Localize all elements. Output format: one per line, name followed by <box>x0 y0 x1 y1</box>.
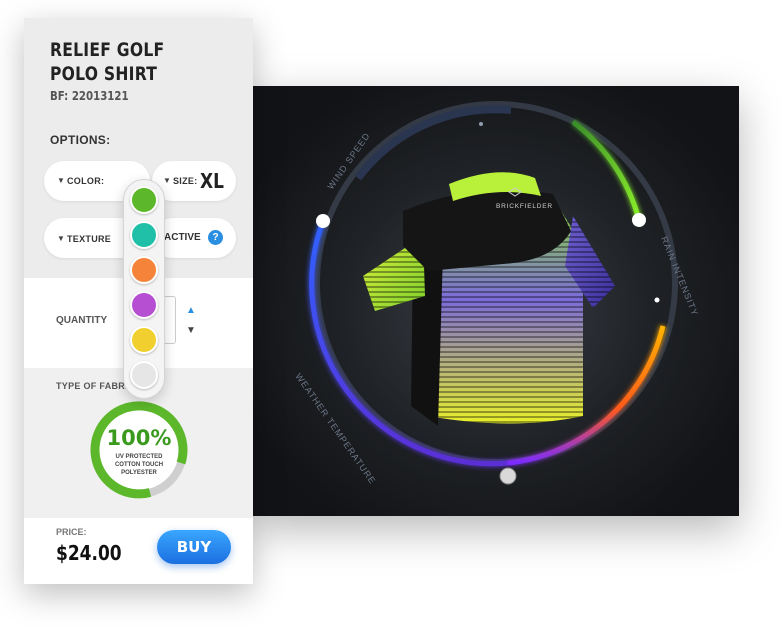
temperature-handle[interactable] <box>499 467 517 485</box>
dial-label-rain-intensity: RAIN INTENSITY <box>659 235 700 318</box>
product-title: RELIEF GOLF POLO SHIRT <box>50 39 165 85</box>
polo-shirt-model: BRICKFIELDER <box>363 172 615 426</box>
size-label: SIZE: <box>173 176 198 186</box>
fabric-line: POLYESTER <box>121 470 157 476</box>
dial-tick-top <box>479 122 483 126</box>
wind-speed-handle[interactable] <box>316 214 330 228</box>
chevron-down-icon: ▼ <box>57 234 65 243</box>
buy-button[interactable]: BUY <box>157 530 231 564</box>
weather-dial: WIND SPEED RAIN INTENSITY WEATHER TEMPER… <box>293 101 700 486</box>
shirt-brand-text: BRICKFIELDER <box>496 203 553 210</box>
quantity-label: QUANTITY <box>56 315 108 326</box>
chevron-down-icon: ▼ <box>57 176 65 185</box>
swatch-green[interactable] <box>130 186 158 214</box>
options-heading: OPTIONS: <box>50 133 111 147</box>
product-3d-viewer[interactable]: WIND SPEED RAIN INTENSITY WEATHER TEMPER… <box>253 86 739 516</box>
swatch-white[interactable] <box>130 361 158 389</box>
fabric-line: UV PROTECTED <box>115 454 163 460</box>
color-swatch-dropdown <box>123 179 165 399</box>
fabric-percent: 100% <box>106 426 172 450</box>
help-icon[interactable]: ? <box>208 230 223 245</box>
texture-label: TEXTURE <box>67 234 112 244</box>
swatch-yellow[interactable] <box>130 326 158 354</box>
product-panel: RELIEF GOLF POLO SHIRT BF: 22013121 OPTI… <box>24 18 253 584</box>
dial-label-weather-temperature: WEATHER TEMPERATURE <box>293 371 377 486</box>
quantity-increment-icon[interactable]: ▲ <box>186 305 196 316</box>
fabric-percentage-ring <box>90 401 188 499</box>
swatch-orange[interactable] <box>130 256 158 284</box>
product-sku: BF: 22013121 <box>50 89 129 103</box>
fabric-line: COTTON TOUCH <box>114 462 164 468</box>
size-value: XL <box>200 169 224 193</box>
active-label: ACTIVE <box>164 232 201 243</box>
quantity-decrement-icon[interactable]: ▼ <box>186 325 196 336</box>
rain-intensity-handle[interactable] <box>632 213 646 227</box>
price-value: $24.00 <box>56 541 122 565</box>
dial-tick-right <box>654 297 660 303</box>
swatch-purple[interactable] <box>130 291 158 319</box>
chevron-down-icon: ▼ <box>163 176 171 185</box>
fabric-description: UV PROTECTED COTTON TOUCH POLYESTER <box>90 453 188 477</box>
price-label: PRICE: <box>56 527 87 537</box>
swatch-teal[interactable] <box>130 221 158 249</box>
color-label: COLOR: <box>67 176 105 186</box>
